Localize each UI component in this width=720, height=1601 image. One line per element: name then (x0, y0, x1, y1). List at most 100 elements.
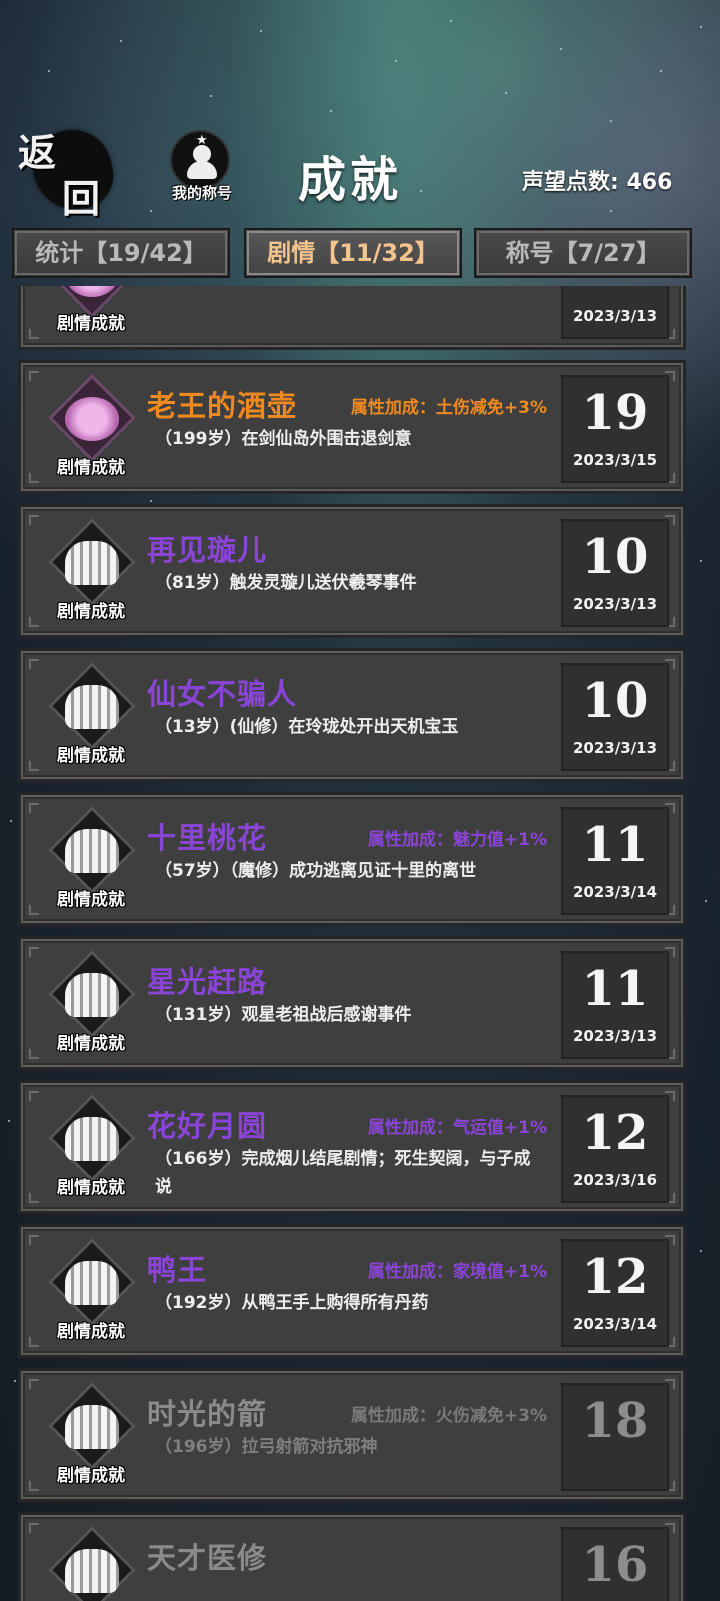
emblem-label: 剧情成就 (57, 602, 125, 622)
achievement-name: 老王的酒壶 (147, 389, 298, 423)
tab-statistics[interactable]: 统计【19/42】 (12, 228, 230, 278)
star-dot (8, 1120, 10, 1122)
corner-ornament (29, 1337, 39, 1347)
achievement-description: （13岁）(仙修）在玲珑处开出天机宝玉 (155, 717, 459, 737)
achievement-list[interactable]: 剧情成就（72岁）（魔修）孤儿院出生，查清孤儿院事件的幕后黑手及真相102023… (18, 286, 686, 1601)
star-dot (14, 1380, 16, 1382)
achievement-score-box: 18 (561, 1383, 669, 1491)
corner-ornament (29, 803, 39, 813)
story-achievement-emblem-icon: 剧情成就 (39, 1382, 143, 1491)
achievement-description: （196岁）拉弓射箭对抗邪神 (155, 1437, 378, 1457)
achievement-bonus: 属性加成：家境值+1% (367, 1262, 547, 1282)
corner-ornament (29, 1481, 39, 1491)
achievement-card[interactable]: 剧情成就（72岁）（魔修）孤儿院出生，查清孤儿院事件的幕后黑手及真相102023… (18, 286, 686, 350)
corner-ornament (29, 659, 39, 669)
corner-ornament (29, 329, 39, 339)
story-achievement-emblem-icon: 剧情成就 (39, 518, 143, 627)
corner-ornament (29, 1193, 39, 1203)
achievement-date: 2023/3/13 (572, 739, 658, 757)
emblem-label: 剧情成就 (57, 314, 125, 334)
achievement-score-box: 10 2023/3/13 (561, 663, 669, 771)
corner-ornament (29, 371, 39, 381)
achievement-name: 天才医修 (147, 1541, 268, 1575)
story-achievement-emblem-icon: 剧情成就 (39, 1238, 143, 1347)
achievement-score: 10 (581, 673, 649, 729)
corner-ornament (29, 473, 39, 483)
story-achievement-emblem-icon: 剧情成就 (39, 662, 143, 771)
emblem-label: 剧情成就 (57, 1178, 125, 1198)
achievement-card[interactable]: 剧情成就 鸭王 属性加成：家境值+1% （192岁）从鸭王手上购得所有丹药 12 2023… (18, 1224, 686, 1358)
back-label-1: 返 (18, 130, 57, 175)
achievement-name: 十里桃花 (147, 821, 268, 855)
achievement-description: （81岁）触发灵璇儿送伏羲琴事件 (155, 573, 417, 593)
achievement-bonus: 属性加成：火伤减免+3% (350, 1406, 547, 1426)
achievement-score: 19 (581, 385, 649, 441)
my-title-label: 我的称号 (171, 184, 232, 202)
back-button[interactable]: 返 回 (16, 122, 120, 221)
my-title-button[interactable]: ★ 我的称号 (164, 130, 240, 210)
star-dot (700, 560, 702, 562)
page-title: 成就 (298, 152, 403, 208)
achievement-card[interactable]: 剧情成就 时光的箭 属性加成：火伤减免+3% （196岁）拉弓射箭对抗邪神 18 (18, 1368, 686, 1502)
tab-titles[interactable]: 称号【7/27】 (474, 228, 692, 278)
achievement-bonus: 属性加成：土伤减免+3% (350, 398, 547, 418)
story-achievement-emblem-icon: 剧情成就 (39, 1526, 143, 1601)
tab-bar: 统计【19/42】 剧情【11/32】 称号【7/27】 (12, 228, 708, 278)
achievement-name: 星光赶路 (147, 965, 268, 999)
achievement-date: 2023/3/13 (572, 595, 658, 613)
achievement-name: 花好月圆 (147, 1109, 268, 1143)
tab-story[interactable]: 剧情【11/32】 (244, 228, 462, 278)
corner-ornament (29, 761, 39, 771)
emblem-label: 剧情成就 (57, 890, 125, 910)
achievement-date: 2023/3/13 (572, 1027, 658, 1045)
achievement-name: 仙女不骗人 (147, 677, 298, 711)
back-label-2: 回 (62, 176, 101, 221)
achievement-date: 2023/3/14 (572, 1315, 658, 1333)
achievement-score-box: 10 2023/3/13 (561, 519, 669, 627)
achievement-card[interactable]: 剧情成就天才医修 16 (18, 1512, 686, 1601)
achievement-score: 16 (581, 1537, 649, 1593)
star-dot (10, 820, 12, 822)
achievement-score-box: 10 2023/3/13 (561, 286, 669, 339)
corner-ornament (29, 1379, 39, 1389)
achievement-name: 再见璇儿 (147, 533, 268, 567)
corner-ornament (29, 905, 39, 915)
achievement-date: 2023/3/14 (572, 883, 658, 901)
story-achievement-emblem-icon: 剧情成就 (39, 1094, 143, 1203)
achievement-score: 10 (563, 286, 667, 297)
achievement-score-box: 11 2023/3/14 (561, 807, 669, 915)
corner-ornament (29, 1235, 39, 1245)
fame-points: 声望点数: 466 (522, 170, 673, 195)
achievement-card[interactable]: 剧情成就 十里桃花 属性加成：魅力值+1% （57岁）（魔修）成功逃离见证十里的离世 1… (18, 792, 686, 926)
emblem-label: 剧情成就 (57, 746, 125, 766)
star-dot (700, 1250, 702, 1252)
corner-ornament (29, 947, 39, 957)
achievement-description: （199岁）在剑仙岛外围击退剑意 (155, 429, 412, 449)
achievement-description: （131岁）观星老祖战后感谢事件 (155, 1005, 412, 1025)
achievement-name: 鸭王 (147, 1253, 208, 1287)
corner-ornament (29, 617, 39, 627)
achievement-description: （166岁）完成烟儿结尾剧情；死生契阔，与子成说 (155, 1149, 531, 1197)
achievement-score-box: 11 2023/3/13 (561, 951, 669, 1059)
achievement-card[interactable]: 剧情成就 仙女不骗人 （13岁）(仙修）在玲珑处开出天机宝玉 10 2023/3/13 (18, 648, 686, 782)
achievement-score-box: 19 2023/3/15 (561, 375, 669, 483)
achievement-card[interactable]: 剧情成就 花好月圆 属性加成：气运值+1% （166岁）完成烟儿结尾剧情；死生契阔，与… (18, 1080, 686, 1214)
achievement-bonus: 属性加成：气运值+1% (367, 1118, 547, 1138)
achievement-score: 11 (581, 817, 649, 873)
achievement-card[interactable]: 剧情成就 老王的酒壶 属性加成：土伤减免+3% （199岁）在剑仙岛外围击退剑意 19 2… (18, 360, 686, 494)
corner-ornament (29, 1091, 39, 1101)
corner-ornament (29, 515, 39, 525)
achievement-score: 18 (581, 1393, 649, 1449)
emblem-label: 剧情成就 (57, 1466, 125, 1486)
story-achievement-emblem-icon: 剧情成就 (39, 950, 143, 1059)
star-dot (705, 900, 707, 902)
achievement-score: 10 (581, 529, 649, 585)
person-icon: ★ (170, 130, 230, 190)
achievement-card[interactable]: 剧情成就 星光赶路 （131岁）观星老祖战后感谢事件 11 2023/3/13 (18, 936, 686, 1070)
story-achievement-emblem-icon: 剧情成就 (39, 806, 143, 915)
emblem-label: 剧情成就 (57, 458, 125, 478)
corner-ornament (29, 1523, 39, 1533)
achievement-card[interactable]: 剧情成就 再见璇儿 （81岁）触发灵璇儿送伏羲琴事件 10 2023/3/13 (18, 504, 686, 638)
achievement-score-box: 16 (561, 1527, 669, 1601)
corner-ornament (29, 1049, 39, 1059)
